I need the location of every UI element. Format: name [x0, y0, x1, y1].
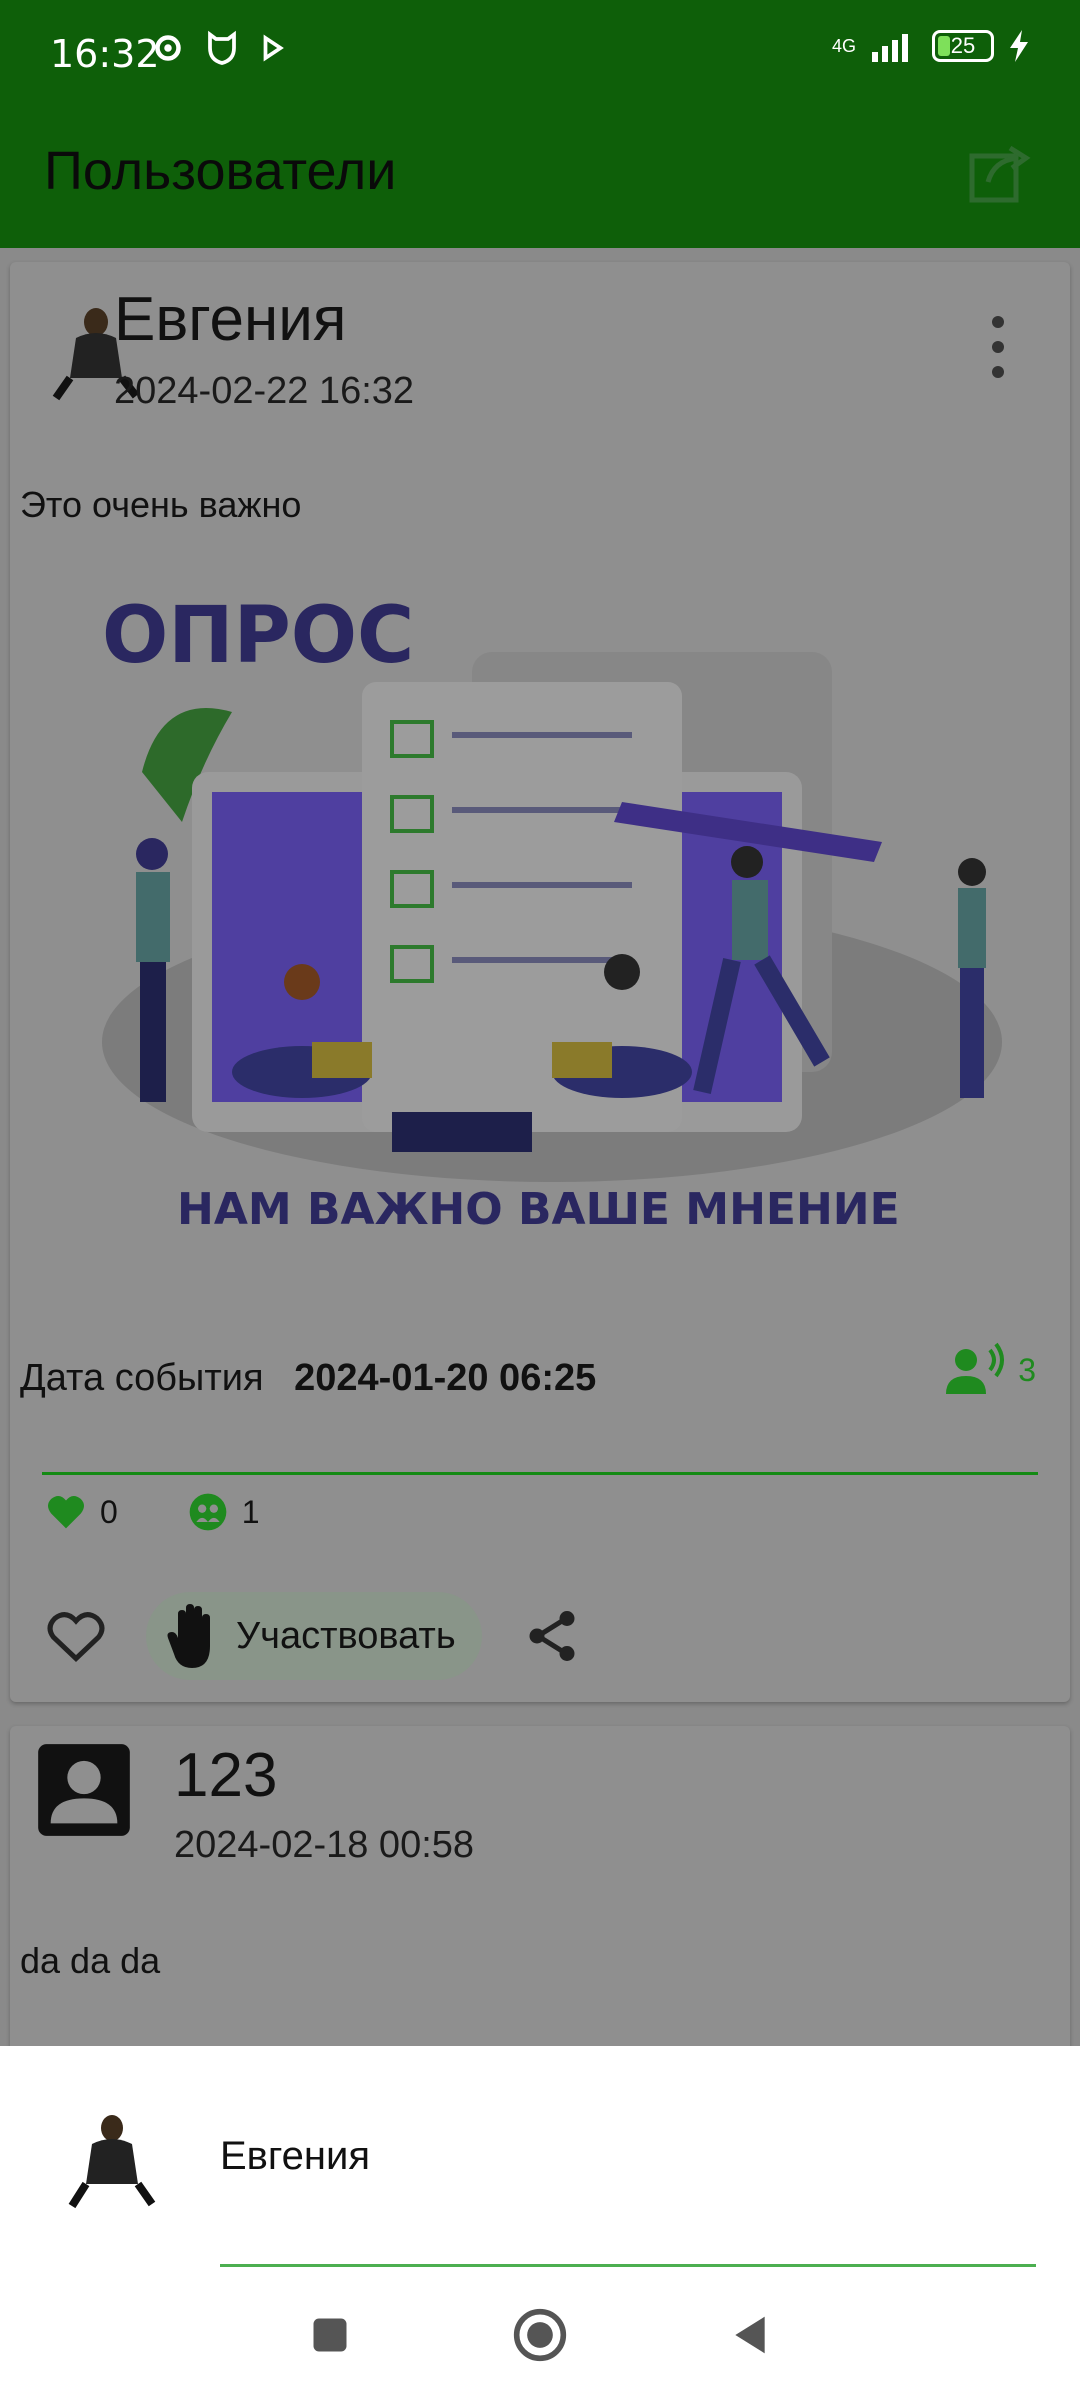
post-actions: Участвовать — [46, 1592, 582, 1680]
app-bar: Пользователи — [0, 110, 1080, 248]
likes-count: 0 — [46, 1494, 118, 1531]
settings-icon — [155, 35, 181, 61]
post-author: 123 — [174, 1741, 278, 1810]
avatar[interactable] — [56, 2098, 166, 2218]
status-icons-left — [150, 30, 288, 66]
signal-icon — [872, 34, 908, 62]
participate-label: Участвовать — [236, 1614, 456, 1657]
play-icon — [263, 34, 284, 62]
charging-icon — [1010, 30, 1028, 62]
home-icon[interactable] — [512, 2307, 568, 2363]
status-time: 16:32 — [50, 32, 160, 76]
members-count: 1 — [188, 1492, 260, 1532]
status-bar: 16:32 4G 25 — [0, 0, 1080, 110]
raised-hand-icon — [167, 1604, 210, 1668]
more-options-icon[interactable] — [986, 312, 1010, 382]
post-card: Евгения 2024-02-22 16:32 Это очень важно… — [10, 262, 1070, 1702]
poll-caption: НАМ ВАЖНО ВАШЕ МНЕНИЕ — [177, 1184, 900, 1235]
heart-filled-icon — [48, 1496, 84, 1529]
avatar-placeholder-icon[interactable] — [34, 1740, 134, 1840]
recents-icon[interactable] — [308, 2313, 352, 2357]
network-type: 4G — [831, 35, 856, 56]
post-datetime: 2024-02-22 16:32 — [114, 370, 415, 412]
battery-indicator: 25 — [932, 30, 994, 62]
event-date-label: Дата события — [20, 1357, 264, 1399]
feed[interactable]: Евгения 2024-02-22 16:32 Это очень важно… — [0, 248, 1080, 2126]
shield-icon — [208, 30, 236, 65]
back-icon[interactable] — [728, 2311, 772, 2359]
speaking-person-icon — [946, 1342, 1005, 1394]
share-icon[interactable] — [522, 1606, 582, 1666]
post-author: Евгения — [114, 285, 347, 354]
participate-button[interactable]: Участвовать — [146, 1592, 482, 1680]
participants-counter[interactable]: 3 — [944, 1342, 1036, 1398]
comment-input-underline[interactable] — [220, 2264, 1036, 2267]
share-out-icon[interactable] — [968, 142, 1032, 206]
post-text: da da da — [20, 1940, 161, 1981]
event-date-value: 2024-01-20 06:25 — [294, 1357, 597, 1399]
page-title: Пользователи — [44, 141, 397, 201]
post-datetime: 2024-02-18 00:58 — [174, 1824, 475, 1866]
group-icon — [189, 1493, 227, 1531]
navigation-bar — [0, 2270, 1080, 2400]
reaction-counts: 0 1 — [46, 1492, 300, 1532]
poll-illustration[interactable]: ОПРОС НАМ ВАЖНО ВАШЕ МНЕНИЕ — [62, 572, 1052, 1252]
event-date-row: Дата события 2024-01-20 06:25 — [20, 1357, 596, 1400]
post-text: Это очень важно — [20, 484, 302, 525]
participants-count: 3 — [1018, 1351, 1036, 1388]
divider — [42, 1472, 1038, 1475]
poll-heading: ОПРОС — [102, 591, 414, 681]
status-right: 4G 25 — [832, 30, 1030, 62]
sheet-user-name: Евгения — [220, 2134, 370, 2178]
heart-outline-icon[interactable] — [46, 1608, 106, 1664]
